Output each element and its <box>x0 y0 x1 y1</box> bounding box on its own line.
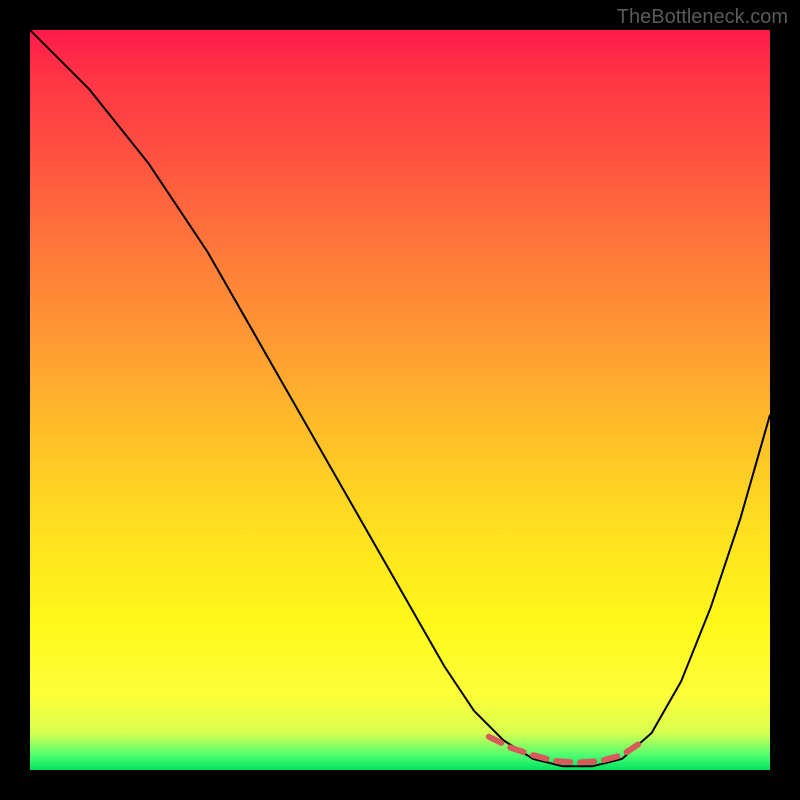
chart-plot-area <box>30 30 770 770</box>
watermark-text: TheBottleneck.com <box>617 6 788 29</box>
chart-svg <box>30 30 770 770</box>
bottleneck-curve-line <box>30 30 770 766</box>
